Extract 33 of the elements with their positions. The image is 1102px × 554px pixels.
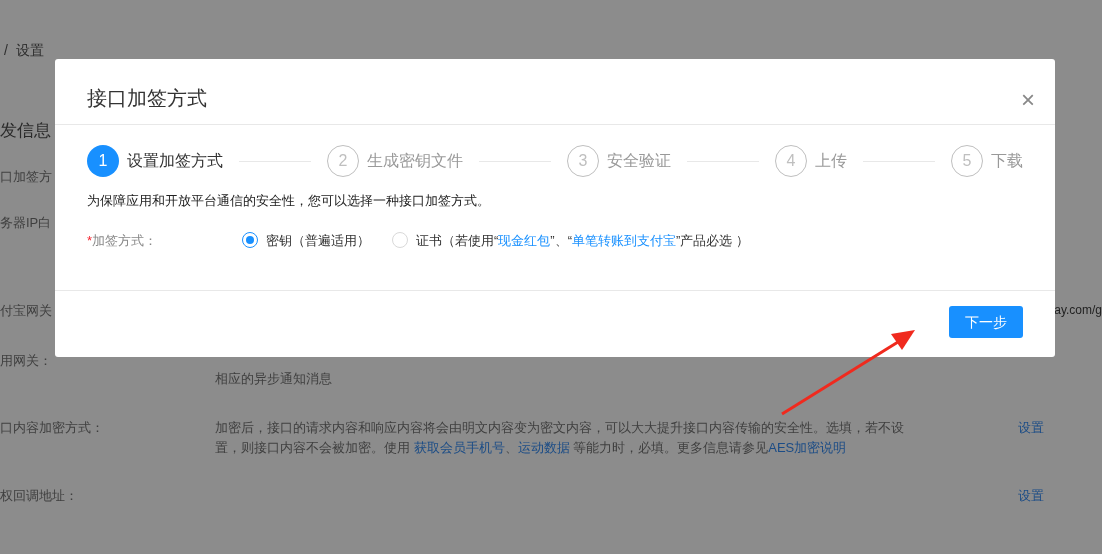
breadcrumb-item: 设置 [15, 41, 44, 60]
link[interactable]: 获取会员手机号 [413, 440, 505, 455]
intro-text: 为保障应用和开放平台通信的安全性，您可以选择一种接口加签方式。 [87, 192, 491, 210]
next-button[interactable]: 下一步 [949, 306, 1023, 338]
description-text: 加密后，接口的请求内容和响应内容将会由明文内容变为密文内容，可以大大提升接口内容传输的安全性。选填，若不设置，则接口内容不会被加密。使用 获取会员手机号、运动数据 等能力时，必填。更多信息请参见AES加密说明 [215, 420, 904, 455]
url-text: ay.com/g [1054, 302, 1102, 319]
settings-link[interactable]: 设置 [1018, 418, 1044, 486]
step-label: 下载 [991, 151, 1023, 171]
settings-link[interactable]: 设置 [1018, 486, 1044, 526]
step-label: 生成密钥文件 [367, 151, 463, 171]
close-button[interactable]: × [1021, 75, 1035, 124]
field-label: 口内容加密方式： [0, 420, 104, 435]
step-label: 设置加签方式 [127, 151, 223, 171]
field-label: 务器IP白 [0, 215, 52, 230]
link[interactable]: 单笔转账到支付宝 [572, 232, 676, 248]
field-label: 权回调地址： [0, 488, 78, 503]
description-text: 相应的异步通知消息 [215, 371, 332, 386]
required-mark: * [87, 232, 93, 248]
breadcrumb-separator: / [4, 41, 8, 60]
field-label: 用网关： [0, 353, 52, 368]
link[interactable]: 现金红包 [498, 232, 551, 248]
step-label: 上传 [815, 151, 847, 171]
link[interactable]: AES加密说明 [768, 440, 847, 455]
link[interactable]: 运动数据 [517, 440, 570, 455]
option-label: 证书（若使用“现金红包”、“单笔转账到支付宝”产品必选 ） [416, 231, 749, 250]
step-label: 安全验证 [607, 151, 671, 171]
option-label: 密钥（普遍适用） [266, 231, 370, 250]
field-label: 付宝网关 [0, 303, 52, 318]
step-number: 1 [87, 145, 119, 177]
section-title: 发信息 [0, 121, 51, 140]
modal-title: 接口加签方式 [87, 86, 207, 111]
field-label-text: 加签方式： [92, 232, 158, 248]
field-label: 口加签方 [0, 169, 52, 184]
